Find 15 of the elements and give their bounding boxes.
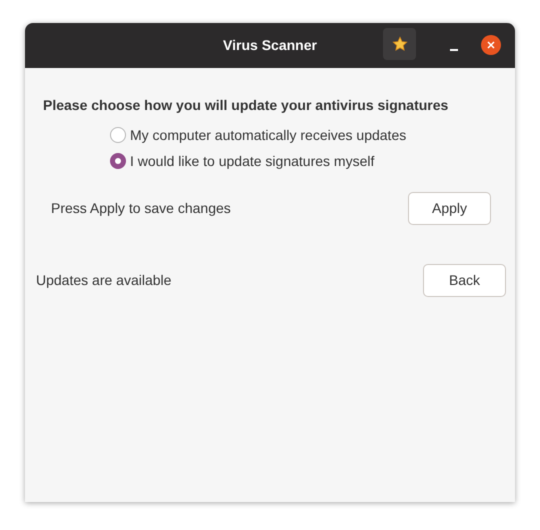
star-icon: [392, 36, 408, 52]
radio-option[interactable]: My computer automatically receives updates: [110, 126, 515, 144]
window-title: Virus Scanner: [223, 36, 317, 55]
back-button[interactable]: Back: [423, 264, 506, 297]
close-button[interactable]: [481, 35, 501, 55]
minimize-icon: [450, 49, 458, 51]
apply-hint: Press Apply to save changes: [51, 199, 231, 218]
star-button[interactable]: [383, 28, 416, 60]
apply-button[interactable]: Apply: [408, 192, 491, 225]
status-text: Updates are available: [36, 271, 172, 290]
heading: Please choose how you will update your antivirus signatures: [43, 96, 450, 114]
radio-icon: [110, 153, 126, 169]
close-icon: [487, 41, 495, 49]
radio-option[interactable]: I would like to update signatures myself: [110, 152, 515, 170]
radio-icon: [110, 127, 126, 143]
